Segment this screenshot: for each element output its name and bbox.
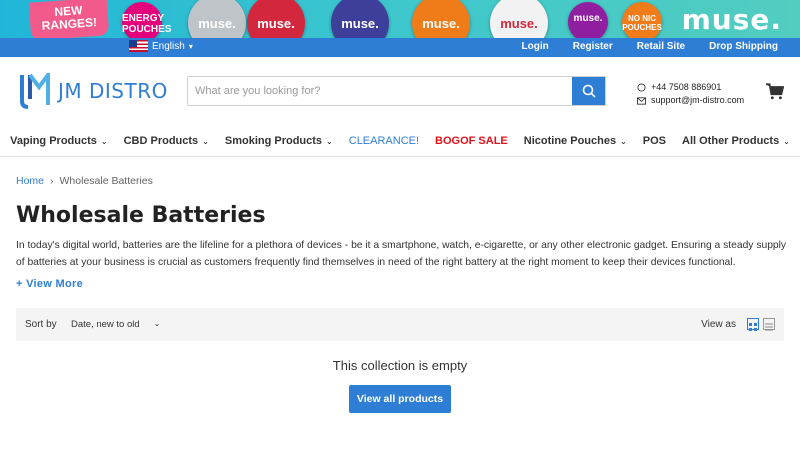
product-tin: muse. <box>247 0 305 38</box>
product-tin: ENERGY POUCHES <box>122 2 171 38</box>
collection-toolbar: Sort by Date, new to old ⌄ View as <box>16 308 784 341</box>
view-more-link[interactable]: + View More <box>16 278 83 290</box>
collection-description: In today's digital world, batteries are … <box>16 240 787 268</box>
search-icon <box>582 84 596 98</box>
view-as-label: View as <box>701 319 736 330</box>
sort-label: Sort by <box>25 319 57 330</box>
grid-view-button[interactable] <box>747 318 759 331</box>
chevron-right-icon: › <box>50 175 54 187</box>
chevron-down-icon: ⌄ <box>202 136 209 146</box>
muse-logo: muse. <box>681 3 782 36</box>
register-link[interactable]: Register <box>573 41 613 52</box>
email-address: support@jm-distro.com <box>651 95 745 105</box>
product-tin: muse. <box>331 0 389 38</box>
product-tin: muse. <box>412 0 470 38</box>
utility-bar: English ▾ Login Register Retail Site Dro… <box>0 38 800 57</box>
product-tin: muse. <box>490 0 548 38</box>
chevron-down-icon: ⌄ <box>783 136 790 146</box>
logo-text: JM DISTRO <box>58 79 168 103</box>
retail-site-link[interactable]: Retail Site <box>637 41 685 52</box>
email-row[interactable]: support@jm-distro.com <box>637 94 744 107</box>
main-nav: Vaping Products ⌄ CBD Products ⌄ Smoking P… <box>0 130 800 152</box>
chevron-down-icon: ⌄ <box>100 136 108 146</box>
promo-banner[interactable]: NEW RANGES! ENERGY POUCHES muse. muse. m… <box>0 0 800 38</box>
mail-icon <box>637 96 646 105</box>
search-bar <box>187 76 606 106</box>
sort-select[interactable]: Date, new to old ⌄ <box>71 319 160 330</box>
nav-bogof-sale[interactable]: BOGOF SALE <box>427 130 516 152</box>
list-icon <box>765 323 773 331</box>
phone-row[interactable]: +44 7508 886901 <box>637 81 744 94</box>
chevron-down-icon: ⌄ <box>620 136 627 146</box>
promo-badge: NEW RANGES! <box>28 0 110 38</box>
login-link[interactable]: Login <box>522 41 549 52</box>
nav-clearance[interactable]: CLEARANCE! <box>341 130 427 152</box>
product-tin: muse. <box>568 2 608 38</box>
breadcrumb-current: Wholesale Batteries <box>59 175 153 187</box>
page-title: Wholesale Batteries <box>16 203 266 228</box>
jm-logo-icon <box>20 73 50 109</box>
view-all-products-button[interactable]: View all products <box>349 385 451 413</box>
contact-info: +44 7508 886901 support@jm-distro.com <box>637 81 744 107</box>
list-view-button[interactable] <box>763 318 775 331</box>
chevron-down-icon: ▾ <box>188 41 193 51</box>
breadcrumb: Home › Wholesale Batteries <box>16 175 153 187</box>
search-button[interactable] <box>572 77 605 105</box>
nav-nicotine-pouches[interactable]: Nicotine Pouches ⌄ <box>516 130 635 152</box>
cart-button[interactable] <box>766 83 785 105</box>
language-label: English <box>152 40 185 52</box>
site-logo[interactable]: JM DISTRO <box>19 73 168 109</box>
nav-smoking-products[interactable]: Smoking Products ⌄ <box>217 130 341 152</box>
breadcrumb-home[interactable]: Home <box>16 175 44 187</box>
sort-value: Date, new to old <box>71 319 140 330</box>
nav-all-other-products[interactable]: All Other Products ⌄ <box>674 130 798 152</box>
uk-flag-icon <box>129 40 148 52</box>
chevron-down-icon: ⌄ <box>153 319 161 328</box>
phone-number: +44 7508 886901 <box>651 82 722 92</box>
product-tin: NO NIC POUCHES <box>622 2 662 38</box>
nav-vaping-products[interactable]: Vaping Products ⌄ <box>2 130 116 152</box>
nav-pos[interactable]: POS <box>635 130 674 152</box>
nav-cbd-products[interactable]: CBD Products ⌄ <box>116 130 217 152</box>
drop-shipping-link[interactable]: Drop Shipping <box>709 41 778 52</box>
grid-icon <box>749 323 757 331</box>
cart-icon <box>766 83 785 100</box>
chevron-down-icon: ⌄ <box>326 136 333 146</box>
search-input[interactable] <box>188 77 572 105</box>
language-selector[interactable]: English ▾ <box>129 40 193 52</box>
product-tin: muse. <box>188 0 246 38</box>
whatsapp-icon <box>637 83 646 92</box>
empty-collection-message: This collection is empty <box>332 358 468 373</box>
